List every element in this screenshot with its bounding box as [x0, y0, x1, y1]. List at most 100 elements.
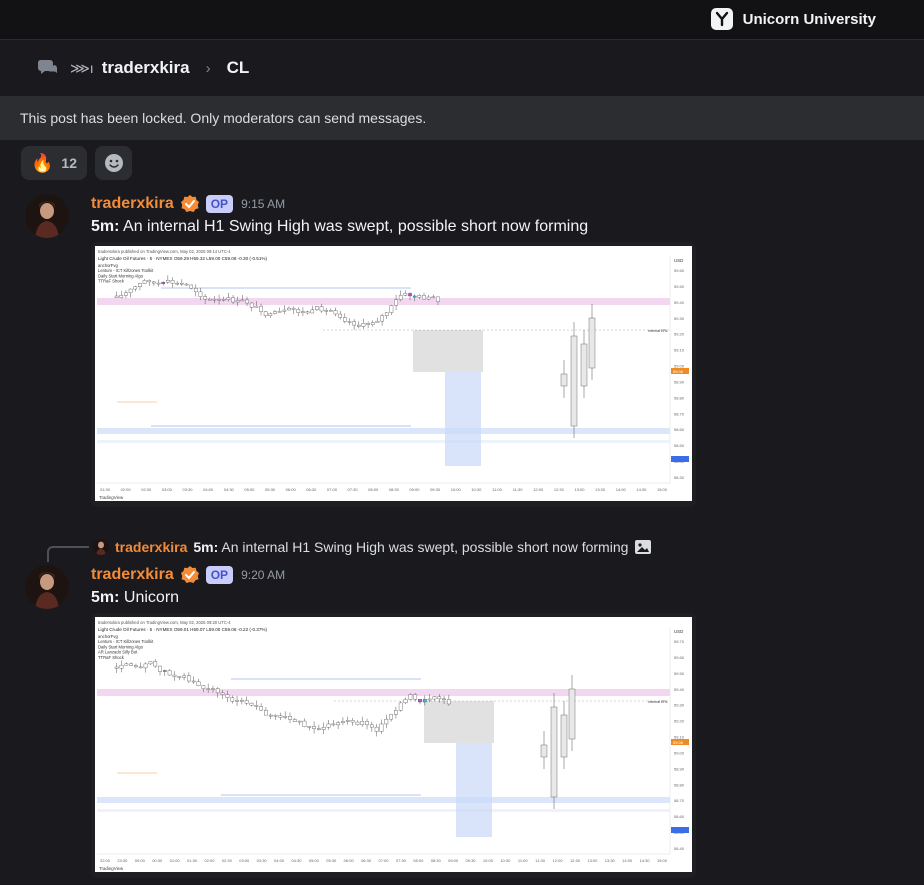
- discount-zone-lower: [97, 440, 670, 443]
- candle: [288, 716, 292, 720]
- candle: [249, 702, 254, 706]
- author-name[interactable]: traderxkira: [91, 566, 174, 584]
- candle: [379, 723, 384, 732]
- candle: [198, 291, 203, 297]
- candle: [191, 680, 196, 683]
- candle: [329, 310, 333, 312]
- time-tick-label: 11:00: [518, 858, 528, 863]
- avatar[interactable]: [25, 194, 69, 238]
- reply-connector: [47, 546, 89, 562]
- reply-author[interactable]: traderxkira: [115, 539, 187, 555]
- time-tick-label: 04:00: [274, 858, 285, 863]
- add-reaction-button[interactable]: [95, 146, 132, 180]
- candle: [374, 726, 379, 732]
- price-tick-label: 59.50: [674, 284, 685, 289]
- price-tick-label: 59.00: [674, 364, 685, 369]
- breadcrumb-thread[interactable]: CL: [227, 58, 250, 78]
- locked-banner: This post has been locked. Only moderato…: [0, 96, 924, 140]
- candle: [207, 298, 212, 301]
- price-tick-label: 59.30: [674, 316, 685, 321]
- candle: [560, 373, 568, 387]
- candle: [124, 292, 128, 296]
- chart-image: tradersxkira published on TradingView.co…: [91, 242, 696, 507]
- candle: [128, 288, 133, 293]
- chart-legend-item: TTRaF Shock: [98, 279, 125, 284]
- candle: [231, 297, 235, 303]
- timestamp[interactable]: 9:20 AM: [241, 568, 285, 582]
- candle: [225, 694, 230, 698]
- thread-icon: ⋙ ı: [70, 59, 94, 76]
- candle: [273, 715, 278, 717]
- time-tick-label: 14:00: [622, 858, 633, 863]
- reaction-fire[interactable]: 🔥 12: [21, 146, 87, 180]
- timestamp[interactable]: 9:15 AM: [241, 197, 285, 211]
- price-tick-label: 58.80: [674, 782, 685, 787]
- candle: [156, 282, 161, 285]
- candle: [162, 670, 167, 672]
- candle: [370, 322, 375, 325]
- time-tick-label: 06:00: [344, 858, 355, 863]
- price-tick-label: 58.70: [674, 798, 685, 803]
- time-tick-label: 08:00: [368, 487, 379, 492]
- chevron-right-icon: ›: [205, 59, 211, 77]
- time-tick-label: 12:30: [570, 858, 581, 863]
- chart-attachment[interactable]: tradersxkira published on TradingView.co…: [91, 613, 696, 878]
- candle: [302, 720, 307, 727]
- author-name[interactable]: traderxkira: [91, 195, 174, 213]
- server-brand[interactable]: Unicorn University: [710, 7, 876, 31]
- time-tick-label: 08:30: [431, 858, 442, 863]
- candle: [412, 295, 417, 298]
- candle: [324, 310, 329, 312]
- candle: [235, 699, 239, 702]
- message-text: An internal H1 Swing High was swept, pos…: [123, 218, 589, 235]
- target-projection: [445, 372, 481, 466]
- candle: [356, 324, 361, 327]
- candle: [398, 295, 403, 300]
- candle: [418, 699, 422, 703]
- candle: [282, 309, 287, 312]
- price-tick-label: 59.20: [674, 719, 685, 724]
- op-badge: OP: [205, 195, 234, 213]
- price-tick-label: 59.10: [674, 735, 685, 740]
- candle: [347, 321, 352, 323]
- premium-zone: [97, 689, 670, 696]
- candle: [321, 727, 326, 730]
- time-tick-label: 10:00: [451, 487, 462, 492]
- tradingview-logo: TradingView: [99, 495, 124, 500]
- time-tick-label: 09:00: [448, 858, 459, 863]
- candle: [167, 670, 172, 676]
- reply-body: An internal H1 Swing High was swept, pos…: [221, 539, 629, 555]
- chart-attachment[interactable]: tradersxkira published on TradingView.co…: [91, 242, 696, 507]
- candle: [259, 305, 263, 312]
- price-tick-label: 59.40: [674, 300, 685, 305]
- time-tick-label: 22:00: [100, 858, 111, 863]
- candle: [245, 299, 249, 304]
- candle: [417, 295, 422, 298]
- candle: [264, 709, 268, 716]
- time-tick-label: 10:30: [500, 858, 511, 863]
- candle: [446, 699, 451, 705]
- candle: [172, 674, 177, 677]
- candle: [292, 719, 297, 722]
- candle: [389, 305, 394, 313]
- time-tick-label: 09:30: [430, 487, 441, 492]
- avatar[interactable]: [25, 565, 69, 609]
- candle: [189, 284, 193, 289]
- candle: [287, 307, 291, 311]
- price-axis-currency: USD: [674, 258, 683, 263]
- candle: [360, 721, 365, 725]
- candle: [114, 666, 119, 669]
- time-tick-label: 08:30: [389, 487, 400, 492]
- time-tick-label: 07:00: [327, 487, 338, 492]
- candle: [217, 299, 221, 301]
- candle: [413, 694, 418, 700]
- breadcrumb-channel[interactable]: traderxkira: [102, 58, 190, 78]
- time-tick-label: 03:30: [257, 858, 268, 863]
- candle: [338, 313, 343, 318]
- candle: [341, 721, 345, 723]
- candle: [148, 661, 153, 665]
- candle: [326, 723, 331, 728]
- reply-preview[interactable]: traderxkira 5m: An internal H1 Swing Hig…: [93, 537, 652, 557]
- time-tick-label: 11:30: [535, 858, 545, 863]
- time-tick-label: 08:00: [413, 858, 424, 863]
